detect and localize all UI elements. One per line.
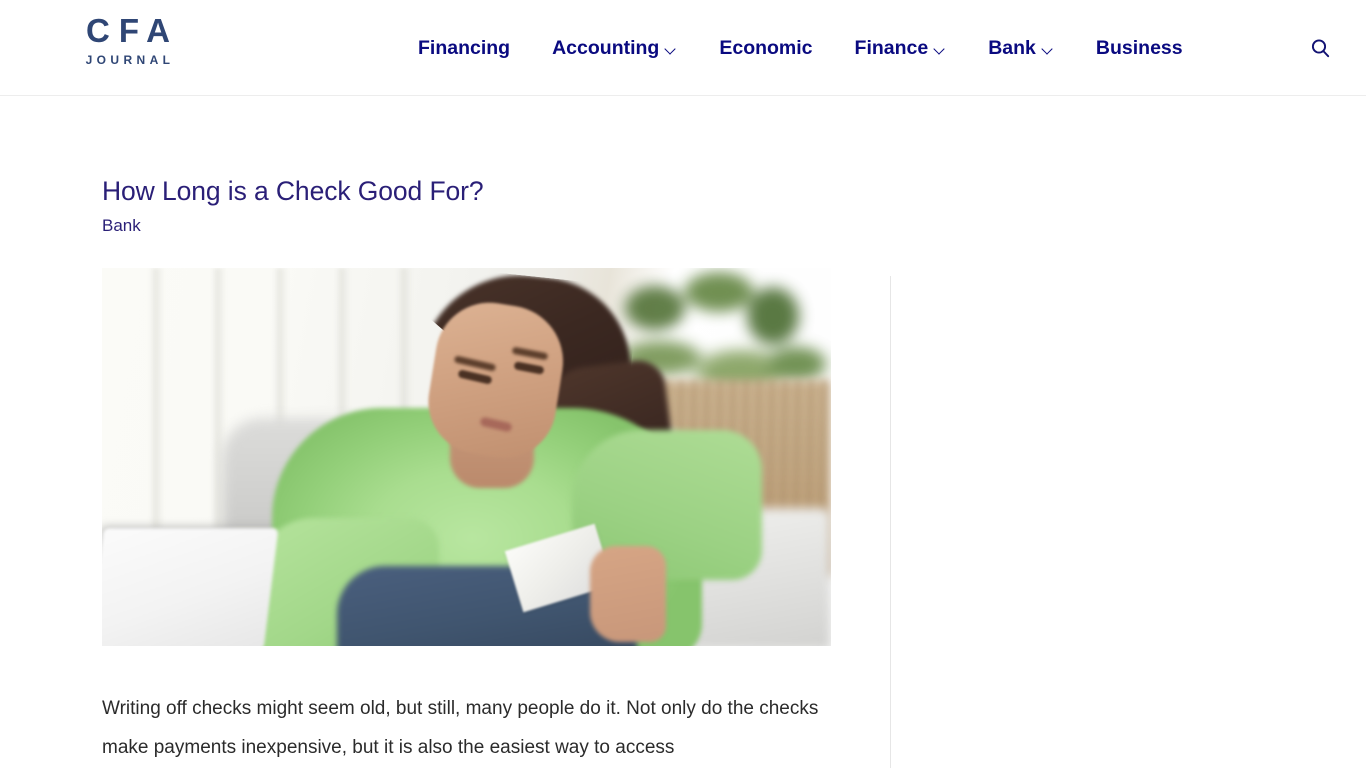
nav-item-label: Economic	[719, 36, 813, 59]
site-header: CFA JOURNAL Financing Accounting Economi…	[0, 0, 1366, 96]
nav-item-label: Accounting	[552, 36, 660, 59]
page-body: How Long is a Check Good For? Bank Writi…	[0, 96, 1366, 768]
photo-laptop	[102, 528, 279, 647]
featured-image	[102, 268, 831, 647]
photo-hand	[590, 546, 666, 643]
chevron-down-icon	[935, 44, 946, 55]
logo-text-sub: JOURNAL	[85, 53, 175, 67]
post-category[interactable]: Bank	[102, 215, 830, 237]
article-column: How Long is a Check Good For? Bank Writi…	[0, 96, 890, 768]
chevron-down-icon	[666, 44, 677, 55]
nav-item-finance[interactable]: Finance	[834, 37, 968, 60]
nav-item-accounting[interactable]: Accounting	[531, 37, 698, 60]
search-icon[interactable]	[1308, 36, 1334, 62]
chevron-down-icon	[1043, 44, 1054, 55]
page-title: How Long is a Check Good For?	[102, 176, 484, 206]
primary-navigation: Financing Accounting Economic Finance Ba…	[418, 0, 1204, 96]
nav-item-label: Finance	[854, 36, 929, 59]
nav-item-label: Business	[1095, 36, 1183, 59]
content-sidebar-divider	[890, 276, 891, 768]
nav-item-label: Financing	[418, 36, 511, 59]
article-paragraph: Writing off checks might seem old, but s…	[102, 698, 819, 758]
sidebar: Recent Posts What is Credit Card PIN and…	[890, 96, 1366, 768]
nav-item-label: Bank	[988, 36, 1036, 59]
logo-text-main: CFA	[86, 12, 179, 49]
site-logo[interactable]: CFA JOURNAL	[68, 14, 188, 66]
nav-item-bank[interactable]: Bank	[967, 37, 1075, 60]
nav-item-financing[interactable]: Financing	[418, 37, 531, 60]
nav-item-business[interactable]: Business	[1075, 37, 1204, 60]
nav-item-economic[interactable]: Economic	[698, 37, 833, 60]
